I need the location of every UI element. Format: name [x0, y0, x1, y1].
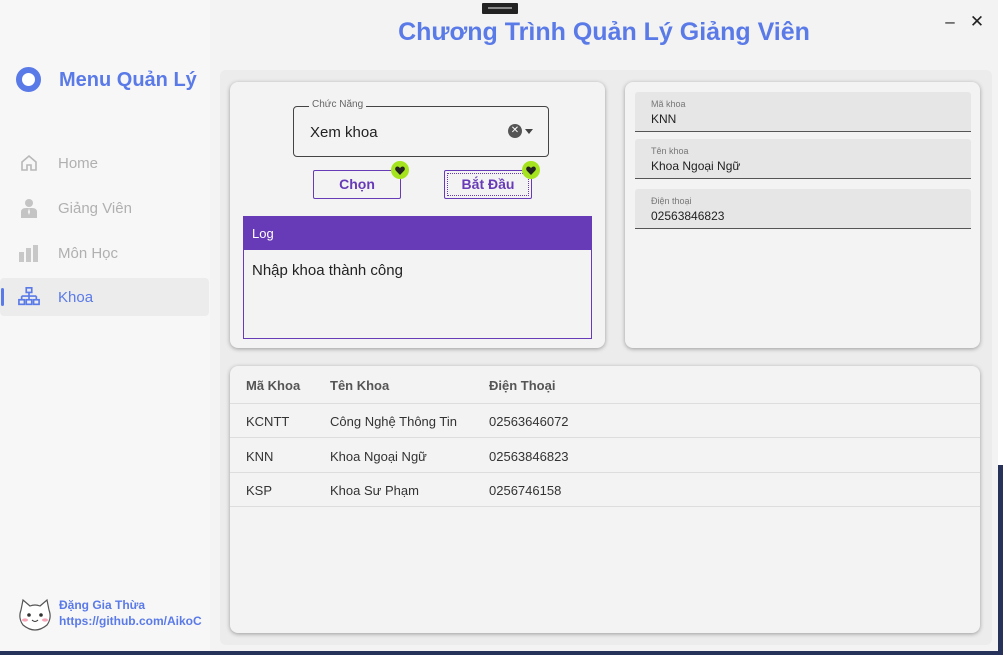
detail-card: Mã khoa KNN Tên khoa Khoa Ngoại Ngữ Điện… — [625, 82, 980, 348]
teacher-icon — [18, 197, 40, 219]
app-logo-icon — [16, 67, 41, 92]
desktop-edge-right — [998, 465, 1003, 655]
dien-thoai-field[interactable]: Điện thoại 02563846823 — [635, 189, 971, 229]
heart-badge-icon — [391, 161, 409, 179]
drag-handle[interactable] — [482, 3, 518, 14]
author-github-link[interactable]: https://github.com/AikoC — [59, 614, 207, 628]
caret-down-icon[interactable] — [525, 129, 533, 134]
app-window: Menu Quản Lý Home Giảng Viên Môn Học Kho… — [0, 0, 998, 651]
field-value: 02563846823 — [651, 209, 725, 223]
menu-title: Menu Quản Lý — [59, 69, 197, 91]
column-header-ma-khoa[interactable]: Mã Khoa — [246, 378, 300, 393]
table-row[interactable]: KSP Khoa Sư Phạm 0256746158 — [230, 473, 980, 507]
log-panel: Log Nhập khoa thành công — [243, 216, 592, 339]
table-row[interactable]: KCNTT Công Nghệ Thông Tin 02563646072 — [230, 404, 980, 438]
sidebar-item-home[interactable]: Home — [0, 144, 209, 182]
sidebar-item-label: Giảng Viên — [58, 199, 132, 217]
table-row[interactable]: KNN Khoa Ngoại Ngữ 02563846823 — [230, 439, 980, 473]
ma-khoa-field[interactable]: Mã khoa KNN — [635, 92, 971, 132]
ten-khoa-field[interactable]: Tên khoa Khoa Ngoại Ngữ — [635, 139, 971, 179]
field-label: Điện thoại — [651, 196, 692, 206]
clear-icon[interactable]: ✕ — [508, 124, 522, 138]
cell-ten-khoa: Khoa Sư Phạm — [330, 483, 419, 498]
field-value: KNN — [651, 112, 677, 126]
content-area: Chức Năng Xem khoa ✕ Chọn Bắt Đầu Log Nh… — [220, 70, 992, 645]
page-title: Chương Trình Quản Lý Giảng Viên — [398, 18, 810, 46]
cell-ten-khoa: Khoa Ngoại Ngữ — [330, 449, 427, 464]
sidebar-item-giang-vien[interactable]: Giảng Viên — [0, 189, 209, 227]
start-button[interactable]: Bắt Đầu — [444, 170, 532, 199]
heart-badge-icon — [522, 161, 540, 179]
log-text: Nhập khoa thành công — [252, 262, 403, 279]
sidebar-item-label: Môn Học — [58, 244, 119, 262]
function-select[interactable]: Chức Năng Xem khoa ✕ — [293, 99, 549, 157]
sidebar: Menu Quản Lý Home Giảng Viên Môn Học Kho… — [0, 0, 210, 651]
function-select-label: Chức Năng — [309, 99, 367, 110]
sidebar-item-khoa[interactable]: Khoa — [0, 278, 209, 316]
subject-icon — [18, 242, 40, 264]
close-button[interactable]: ✕ — [967, 12, 987, 32]
sidebar-item-mon-hoc[interactable]: Môn Học — [0, 234, 209, 272]
org-chart-icon — [18, 286, 40, 308]
sidebar-item-label: Khoa — [58, 288, 94, 306]
field-label: Tên khoa — [651, 146, 689, 156]
function-card: Chức Năng Xem khoa ✕ Chọn Bắt Đầu Log Nh… — [230, 82, 605, 348]
field-value: Khoa Ngoại Ngữ — [651, 159, 741, 173]
author-name: Đặng Gia Thừa — [59, 598, 146, 612]
cell-ma-khoa: KSP — [246, 483, 273, 498]
cell-dien-thoai: 02563846823 — [489, 449, 569, 464]
cell-dien-thoai: 02563646072 — [489, 414, 569, 429]
cell-dien-thoai: 0256746158 — [489, 483, 562, 498]
log-title: Log — [244, 217, 591, 250]
minimize-button[interactable]: – — [940, 12, 960, 32]
cell-ma-khoa: KNN — [246, 449, 274, 464]
table-header: Mã Khoa Tên Khoa Điện Thoại — [230, 366, 980, 404]
khoa-table: Mã Khoa Tên Khoa Điện Thoại KCNTT Công N… — [230, 366, 980, 633]
home-icon — [18, 152, 40, 174]
sidebar-item-label: Home — [58, 154, 99, 172]
desktop-edge-bottom — [0, 651, 1003, 655]
field-label: Mã khoa — [651, 99, 686, 109]
function-select-value: Xem khoa — [310, 124, 378, 141]
author-avatar — [17, 598, 53, 632]
cell-ma-khoa: KCNTT — [246, 414, 290, 429]
column-header-dien-thoai[interactable]: Điện Thoại — [489, 378, 555, 393]
cell-ten-khoa: Công Nghệ Thông Tin — [330, 414, 457, 429]
choose-button[interactable]: Chọn — [313, 170, 401, 199]
column-header-ten-khoa[interactable]: Tên Khoa — [330, 378, 389, 393]
